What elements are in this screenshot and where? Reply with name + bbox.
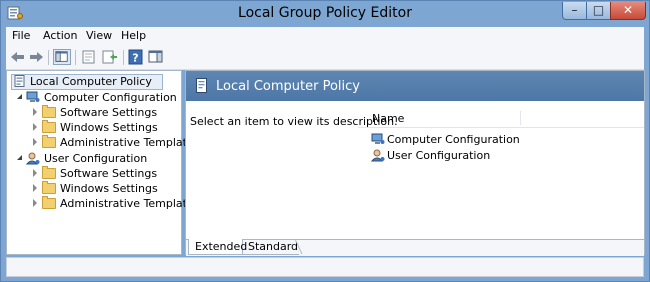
tree-item-computer-windows-settings[interactable]: Windows Settings bbox=[27, 120, 182, 135]
title-bar[interactable]: Local Group Policy Editor – □ ✕ bbox=[1, 1, 649, 26]
console-tree: Local Computer Policy Computer Configura… bbox=[6, 70, 200, 255]
policy-doc-icon bbox=[14, 75, 25, 87]
folder-icon bbox=[42, 196, 56, 209]
user-icon bbox=[371, 149, 385, 162]
column-header-name[interactable]: Name bbox=[372, 112, 404, 125]
tree-item-label: Administrative Templates bbox=[60, 136, 200, 149]
column-divider[interactable] bbox=[520, 111, 521, 125]
view-tabs: Extended Standard bbox=[186, 239, 644, 256]
user-icon bbox=[26, 152, 40, 165]
maximize-button[interactable]: □ bbox=[586, 2, 611, 20]
computer-icon bbox=[26, 91, 40, 102]
collapsed-arrow-icon[interactable] bbox=[33, 199, 37, 207]
menu-view[interactable]: View bbox=[86, 29, 112, 42]
window-title: Local Group Policy Editor bbox=[238, 5, 412, 21]
help-icon[interactable]: ? bbox=[127, 49, 145, 65]
expanded-arrow-icon[interactable] bbox=[17, 94, 22, 99]
tree-item-user-windows-settings[interactable]: Windows Settings bbox=[27, 181, 182, 196]
folder-icon bbox=[42, 120, 56, 133]
menu-file[interactable]: File bbox=[12, 29, 30, 42]
export-list-icon[interactable] bbox=[101, 49, 119, 65]
folder-icon bbox=[42, 181, 56, 194]
properties-icon[interactable] bbox=[80, 49, 98, 65]
folder-icon bbox=[42, 105, 56, 118]
details-pane: Local Computer Policy Select an item to … bbox=[185, 70, 645, 256]
folder-icon bbox=[42, 166, 56, 179]
tree-item-label: Local Computer Policy bbox=[30, 75, 152, 88]
list-column-header: Name bbox=[358, 109, 644, 128]
tree-item-label: Software Settings bbox=[60, 106, 158, 119]
back-arrow-icon[interactable] bbox=[9, 49, 27, 65]
forward-arrow-icon[interactable] bbox=[27, 49, 45, 65]
menu-help[interactable]: Help bbox=[121, 29, 146, 42]
collapsed-arrow-icon[interactable] bbox=[33, 184, 37, 192]
collapsed-arrow-icon[interactable] bbox=[33, 169, 37, 177]
close-icon: ✕ bbox=[622, 3, 634, 17]
collapsed-arrow-icon[interactable] bbox=[33, 138, 37, 146]
details-title: Local Computer Policy bbox=[216, 79, 360, 94]
tab-extended[interactable]: Extended bbox=[188, 239, 247, 255]
menu-bar: File Action View Help bbox=[6, 27, 644, 46]
tree-item-user-configuration[interactable]: User Configuration bbox=[13, 151, 178, 166]
menu-action[interactable]: Action bbox=[43, 29, 77, 42]
toolbar-separator bbox=[75, 50, 76, 65]
tree-item-local-computer-policy[interactable]: Local Computer Policy bbox=[11, 74, 166, 89]
tree-item-label: Windows Settings bbox=[60, 121, 158, 134]
folder-icon bbox=[42, 135, 56, 148]
show-hide-console-tree-icon[interactable] bbox=[53, 49, 71, 65]
list-item-label: User Configuration bbox=[387, 149, 491, 162]
tab-standard[interactable]: Standard bbox=[243, 239, 299, 255]
tree-item-computer-software-settings[interactable]: Software Settings bbox=[27, 105, 182, 120]
app-window: Local Group Policy Editor – □ ✕ File Act… bbox=[0, 0, 650, 282]
policy-doc-icon bbox=[196, 78, 207, 93]
tree-item-label: Computer Configuration bbox=[44, 91, 177, 104]
toolbar-separator bbox=[48, 50, 49, 65]
tree-item-user-administrative-templates[interactable]: Administrative Templates bbox=[27, 196, 200, 211]
show-hide-action-pane-icon[interactable] bbox=[147, 49, 165, 65]
tree-item-label: Software Settings bbox=[60, 167, 158, 180]
tree-item-computer-configuration[interactable]: Computer Configuration bbox=[13, 90, 178, 105]
collapsed-arrow-icon[interactable] bbox=[33, 108, 37, 116]
minimize-icon: – bbox=[571, 3, 578, 17]
list-item-label: Computer Configuration bbox=[387, 133, 520, 146]
status-bar bbox=[6, 257, 644, 277]
tree-item-computer-administrative-templates[interactable]: Administrative Templates bbox=[27, 135, 200, 150]
computer-icon bbox=[371, 133, 385, 144]
close-button[interactable]: ✕ bbox=[610, 2, 646, 20]
toolbar: ? bbox=[6, 46, 644, 70]
tree-item-label: Windows Settings bbox=[60, 182, 158, 195]
collapsed-arrow-icon[interactable] bbox=[33, 123, 37, 131]
tree-item-label: Administrative Templates bbox=[60, 197, 200, 210]
maximize-icon: □ bbox=[592, 3, 605, 17]
tree-item-user-software-settings[interactable]: Software Settings bbox=[27, 166, 182, 181]
expanded-arrow-icon[interactable] bbox=[17, 155, 22, 160]
svg-text:?: ? bbox=[132, 52, 138, 65]
toolbar-separator bbox=[123, 50, 124, 65]
details-header: Local Computer Policy bbox=[186, 71, 644, 101]
tree-item-label: User Configuration bbox=[44, 152, 148, 165]
minimize-button[interactable]: – bbox=[562, 2, 587, 20]
